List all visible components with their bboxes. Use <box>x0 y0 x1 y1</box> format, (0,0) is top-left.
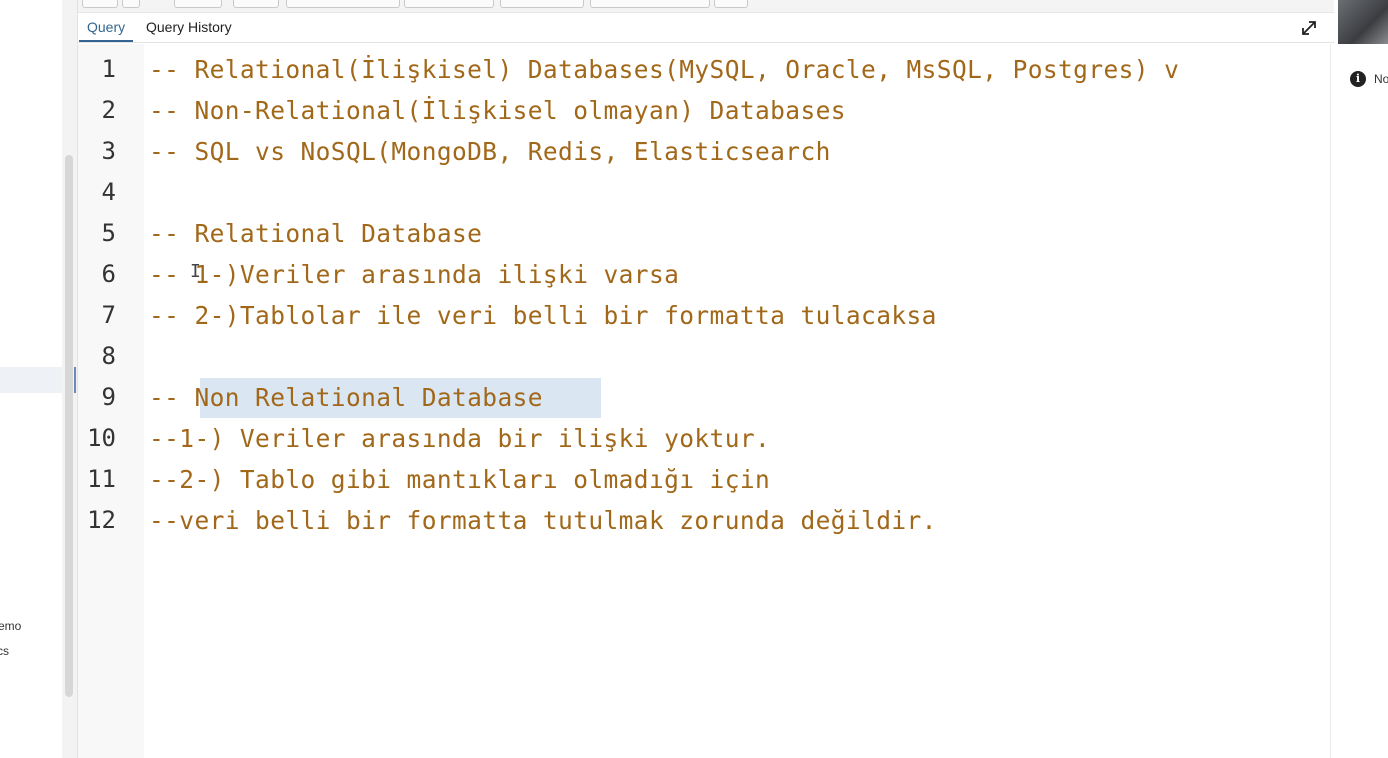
toolbar-button[interactable] <box>82 0 118 8</box>
query-toolbar <box>78 0 1334 13</box>
code-line[interactable]: --1-) Veriler arasında bir ilişki yoktur… <box>149 418 770 459</box>
line-number: 1 <box>101 55 116 83</box>
toolbar-button[interactable] <box>714 0 748 8</box>
toolbar-button[interactable] <box>122 0 140 8</box>
line-number: 3 <box>101 137 116 165</box>
line-number: 8 <box>101 342 116 370</box>
toolbar-button[interactable] <box>404 0 494 8</box>
code-line[interactable]: -- Non Relational Database <box>149 377 543 418</box>
tab-query-history[interactable]: Query History <box>138 13 240 42</box>
right-panel <box>1334 0 1388 758</box>
text-cursor-icon: I <box>190 261 201 282</box>
line-number: 6 <box>101 260 116 288</box>
toolbar-button[interactable] <box>590 0 710 8</box>
line-number: 10 <box>87 424 116 452</box>
code-line[interactable]: -- Non-Relational(İlişkisel olmayan) Dat… <box>149 90 846 131</box>
browser-scrollbar[interactable] <box>65 155 73 697</box>
code-line[interactable]: -- 2-)Tablolar ile veri belli bir format… <box>149 295 937 336</box>
code-line[interactable]: -- 1-)Veriler arasında ilişki varsa <box>149 254 679 295</box>
line-number: 4 <box>101 178 116 206</box>
info-icon: i <box>1350 71 1366 87</box>
tab-query[interactable]: Query <box>79 13 134 42</box>
code-line[interactable]: -- SQL vs NoSQL(MongoDB, Redis, Elastics… <box>149 131 831 172</box>
code-line[interactable]: -- Relational(İlişkisel) Databases(MySQL… <box>149 49 1179 90</box>
line-number: 11 <box>87 465 116 493</box>
sql-editor[interactable]: 1 2 3 4 5 6 7 8 9 10 11 12 -- Relational… <box>78 44 1330 758</box>
toolbar-button[interactable] <box>174 0 222 8</box>
code-line[interactable]: --2-) Tablo gibi mantıkları olmadığı içi… <box>149 459 770 500</box>
line-number: 7 <box>101 301 116 329</box>
expand-icon[interactable] <box>1300 19 1318 37</box>
line-number: 2 <box>101 96 116 124</box>
browser-item-label[interactable]: cs <box>0 644 9 658</box>
object-browser-panel: emo cs <box>0 0 62 758</box>
code-line[interactable]: --veri belli bir formatta tutulmak zorun… <box>149 500 937 541</box>
browser-item-label[interactable]: emo <box>0 619 21 633</box>
browser-selected-row[interactable] <box>0 367 62 393</box>
line-number: 5 <box>101 219 116 247</box>
toolbar-button[interactable] <box>233 0 279 8</box>
info-label: No <box>1374 72 1388 86</box>
line-number: 9 <box>101 383 116 411</box>
resize-handle[interactable] <box>74 367 76 393</box>
code-line[interactable]: -- Relational Database <box>149 213 482 254</box>
toolbar-dropdown[interactable] <box>286 0 400 8</box>
query-tab-bar: Query Query History <box>78 13 1334 43</box>
toolbar-button[interactable] <box>500 0 584 8</box>
line-number: 12 <box>87 506 116 534</box>
webcam-overlay <box>1338 0 1388 44</box>
